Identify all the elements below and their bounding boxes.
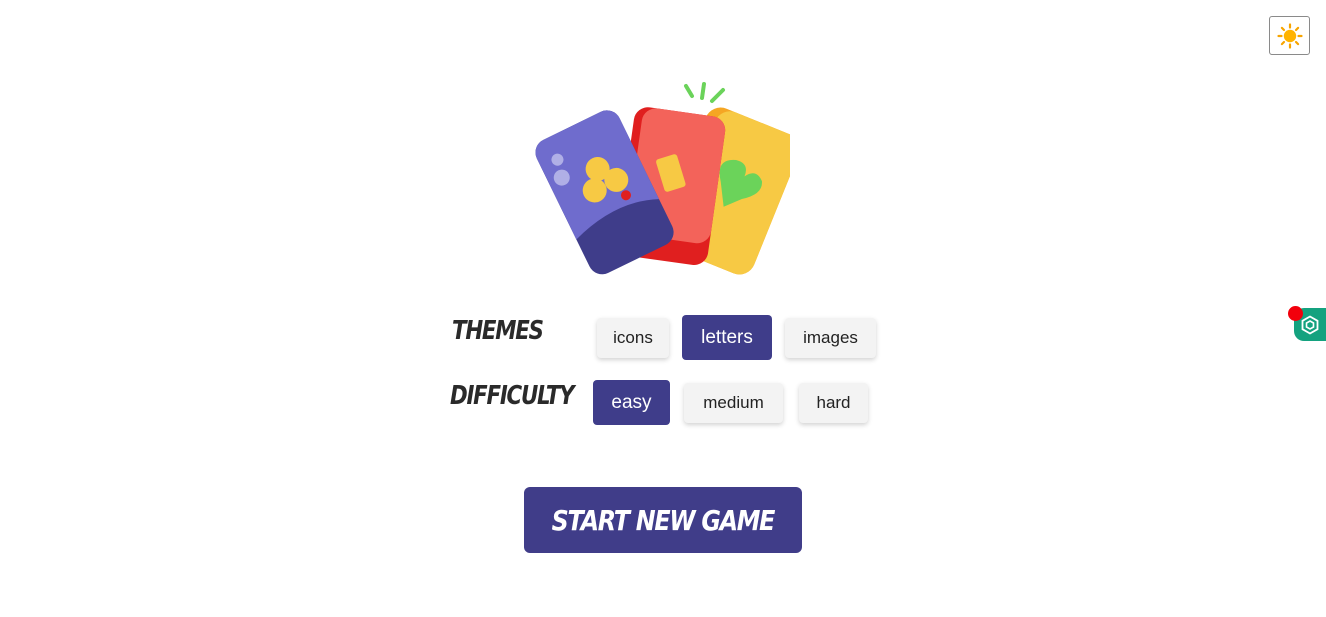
difficulty-option-medium[interactable]: medium [684,383,783,423]
sun-icon [1276,22,1303,49]
playing-cards-illustration [535,82,790,275]
theme-option-images[interactable]: images [785,318,876,358]
start-new-game-label: START NEW GAME [551,503,776,537]
difficulty-label: DIFFICULTY [450,381,575,411]
game-setup-page: THEMES icons letters images DIFFICULTY e… [0,0,1326,617]
difficulty-option-hard[interactable]: hard [799,383,868,423]
start-new-game-button[interactable]: START NEW GAME [524,487,802,553]
hexagon-icon [1301,314,1319,335]
difficulty-option-easy[interactable]: easy [593,380,670,425]
theme-toggle-button[interactable] [1269,16,1310,55]
theme-option-letters[interactable]: letters [682,315,772,360]
themes-label: THEMES [452,316,544,346]
theme-option-icons[interactable]: icons [597,318,669,358]
notification-dot [1288,306,1303,321]
